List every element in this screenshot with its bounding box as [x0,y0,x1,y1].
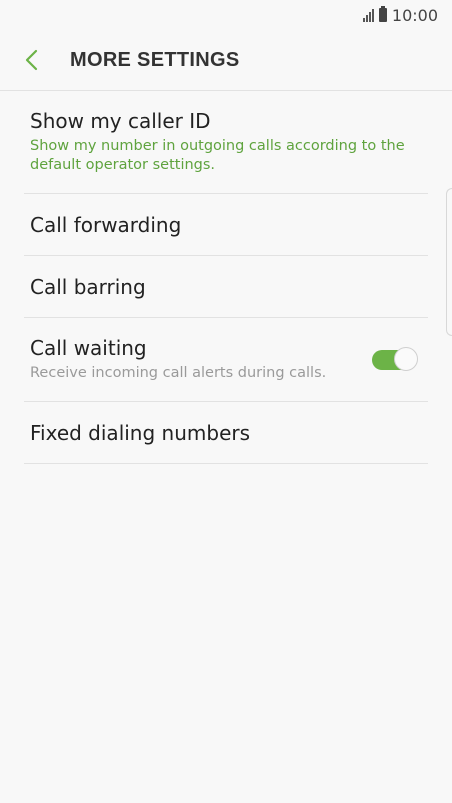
setting-text: Call forwarding [30,213,181,237]
setting-text: Call waiting Receive incoming call alert… [30,336,326,383]
page-title: MORE SETTINGS [70,48,240,71]
setting-call-barring[interactable]: Call barring [24,256,428,318]
setting-text: Show my caller ID Show my number in outg… [30,109,422,175]
setting-subtitle: Receive incoming call alerts during call… [30,365,327,381]
signal-icon [362,8,374,22]
app-bar: MORE SETTINGS [0,30,452,91]
call-waiting-toggle[interactable] [372,346,418,373]
status-bar: 10:00 [0,0,452,30]
setting-show-caller-id[interactable]: Show my caller ID Show my number in outg… [24,91,428,194]
setting-title: Call forwarding [30,212,182,237]
setting-title: Call waiting [30,336,147,360]
setting-subtitle: Show my number in outgoing calls accordi… [30,138,405,173]
setting-title: Show my caller ID [30,109,211,133]
chevron-left-icon [25,49,38,71]
setting-text: Fixed dialing numbers [30,421,250,445]
setting-fixed-dialing-numbers[interactable]: Fixed dialing numbers [24,402,428,464]
setting-text: Call barring [30,275,146,299]
edge-panel-handle[interactable] [446,188,452,336]
setting-call-waiting[interactable]: Call waiting Receive incoming call alert… [24,318,428,402]
status-time: 10:00 [391,5,438,25]
toggle-knob [394,346,418,371]
setting-title: Call barring [30,274,146,299]
back-button[interactable] [0,30,70,90]
settings-list: Show my caller ID Show my number in outg… [24,91,428,464]
setting-call-forwarding[interactable]: Call forwarding [24,194,428,256]
battery-icon [378,6,387,22]
setting-title: Fixed dialing numbers [30,420,251,445]
